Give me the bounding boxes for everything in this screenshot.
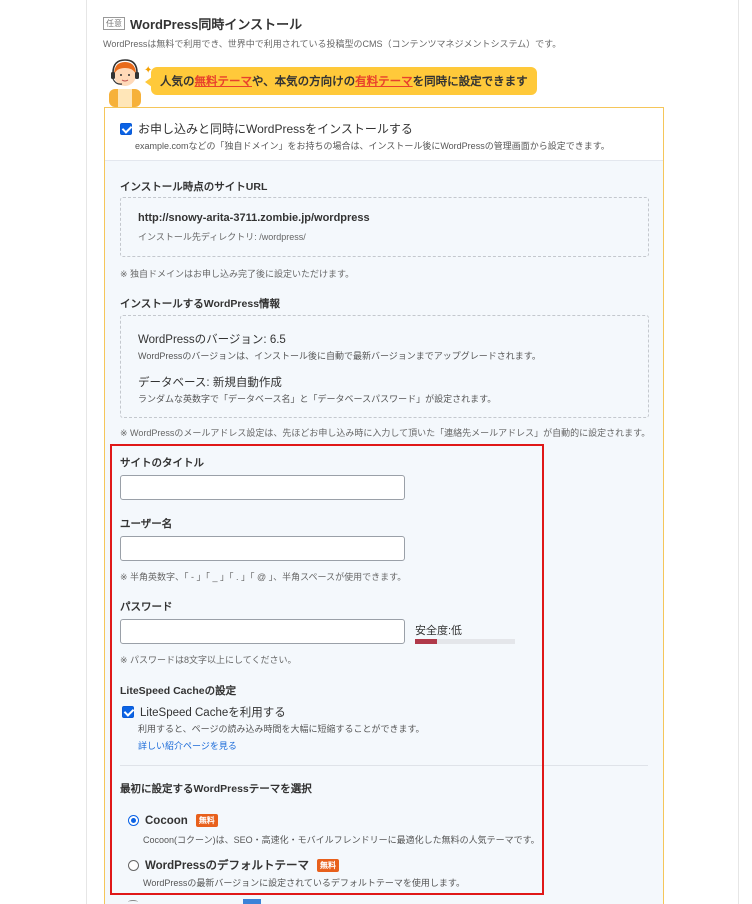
install-checkbox[interactable] xyxy=(120,122,132,135)
site-title-label: サイトのタイトル xyxy=(120,457,204,469)
litespeed-checkbox-label[interactable]: LiteSpeed Cacheを利用する xyxy=(140,704,286,720)
section-header: 任意 WordPress同時インストール xyxy=(103,14,302,33)
litespeed-checkbox-row[interactable]: LiteSpeed Cacheを利用する xyxy=(122,704,286,720)
promo-suffix: を同時に設定できます xyxy=(412,76,528,88)
password-input[interactable] xyxy=(120,619,405,644)
install-panel: お申し込みと同時にWordPressをインストールする example.comな… xyxy=(104,107,664,904)
username-input[interactable] xyxy=(120,536,405,561)
theme-name-default[interactable]: WordPressのデフォルトテーマ xyxy=(145,857,309,873)
theme-radio-cocoon[interactable] xyxy=(128,815,139,826)
theme-option-cocoon[interactable]: Cocoon 無料 xyxy=(128,814,218,827)
optional-badge: 任意 xyxy=(103,17,125,30)
site-url-box: http://snowy-arita-3711.zombie.jp/wordpr… xyxy=(120,197,649,257)
support-avatar-icon xyxy=(109,59,141,107)
theme-heading: 最初に設定するWordPressテーマを選択 xyxy=(120,783,312,795)
password-note: ※ パスワードは8文字以上にしてください。 xyxy=(120,655,297,665)
section-description: WordPressは無料で利用でき、世界中で利用されている投稿型のCMS（コンテ… xyxy=(103,39,562,49)
site-url-heading: インストール時点のサイトURL xyxy=(120,181,268,193)
page-border-right xyxy=(738,0,739,904)
site-url-value: http://snowy-arita-3711.zombie.jp/wordpr… xyxy=(138,212,370,224)
username-label: ユーザー名 xyxy=(120,518,173,530)
install-checkbox-label[interactable]: お申し込みと同時にWordPressをインストールする xyxy=(138,120,413,137)
password-strength-meter xyxy=(415,639,515,644)
password-strength-fill xyxy=(415,639,437,644)
next-theme-radio-partial[interactable] xyxy=(128,900,138,904)
username-note: ※ 半角英数字、「 - 」「 _ 」「 . 」「 @ 」、半角スペースが使用でき… xyxy=(120,572,407,582)
promo-highlight-free: 無料テーマ xyxy=(194,76,253,88)
install-checkbox-desc: example.comなどの「独自ドメイン」をお持ちの場合は、インストール後にW… xyxy=(135,141,610,151)
theme-option-default[interactable]: WordPressのデフォルトテーマ 無料 xyxy=(128,857,340,873)
wp-email-note: ※ WordPressのメールアドレス設定は、先ほどお申し込み時に入力して頂いた… xyxy=(120,428,651,438)
promo-middle: や、本気の方向けの xyxy=(252,76,356,88)
section-title: WordPress同時インストール xyxy=(130,17,303,32)
promo-banner: ✦ 人気の 無料テーマ や、本気の方向けの 有料テーマ を同時に設定できます xyxy=(104,55,537,107)
wp-version-desc: WordPressのバージョンは、インストール後に自動で最新バージョンまでアップ… xyxy=(138,351,541,361)
install-checkbox-row[interactable]: お申し込みと同時にWordPressをインストールする xyxy=(120,120,413,137)
promo-prefix: 人気の xyxy=(160,76,195,88)
site-url-note: ※ 独自ドメインはお申し込み完了後に設定いただけます。 xyxy=(120,269,355,279)
promo-bubble: 人気の 無料テーマ や、本気の方向けの 有料テーマ を同時に設定できます xyxy=(145,67,537,95)
database-info: データベース: 新規自動作成 xyxy=(138,377,282,389)
install-directory: インストール先ディレクトリ: /wordpress/ xyxy=(138,232,306,242)
theme-desc-cocoon: Cocoon(コクーン)は、SEO・高速化・モバイルフレンドリーに最適化した無料… xyxy=(143,835,540,845)
install-toggle-area: お申し込みと同時にWordPressをインストールする example.comな… xyxy=(105,108,663,161)
litespeed-checkbox[interactable] xyxy=(122,706,134,718)
password-label: パスワード xyxy=(120,601,173,613)
password-strength-label: 安全度:低 xyxy=(415,625,463,637)
section-divider xyxy=(120,765,648,766)
litespeed-desc: 利用すると、ページの読み込み時間を大幅に短縮することができます。 xyxy=(138,724,425,734)
theme-name-cocoon[interactable]: Cocoon xyxy=(145,815,188,827)
free-badge: 無料 xyxy=(317,858,340,872)
litespeed-heading: LiteSpeed Cacheの設定 xyxy=(120,685,237,697)
promo-highlight-paid: 有料テーマ xyxy=(355,76,413,88)
next-theme-badge-partial xyxy=(243,899,261,904)
page-border-left xyxy=(86,0,87,904)
wp-info-heading: インストールするWordPress情報 xyxy=(120,298,281,310)
wp-info-box: WordPressのバージョン: 6.5 WordPressのバージョンは、イン… xyxy=(120,315,649,418)
theme-desc-default: WordPressの最新バージョンに設定されているデフォルトテーマを使用します。 xyxy=(143,878,465,888)
theme-radio-default[interactable] xyxy=(128,859,139,871)
free-badge: 無料 xyxy=(195,814,218,827)
site-title-input[interactable] xyxy=(120,475,405,500)
litespeed-details-link[interactable]: 詳しい紹介ページを見る xyxy=(138,739,237,752)
database-desc: ランダムな英数字で「データベース名」と「データベースパスワード」が設定されます。 xyxy=(138,394,497,404)
wp-version: WordPressのバージョン: 6.5 xyxy=(138,334,286,346)
